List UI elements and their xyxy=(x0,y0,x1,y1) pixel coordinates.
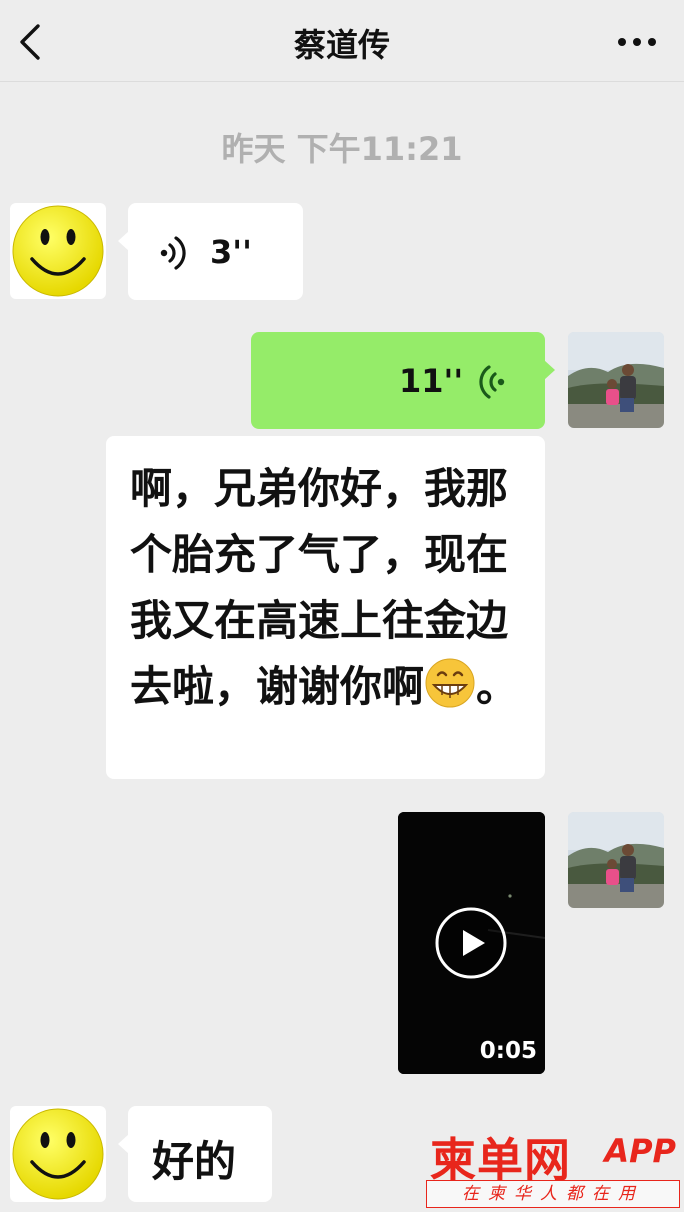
watermark-slogan: 在柬华人都在用 xyxy=(426,1180,680,1208)
my-avatar[interactable] xyxy=(568,812,664,908)
incoming-voice-bubble[interactable]: 3'' xyxy=(118,203,303,300)
video-duration: 0:05 xyxy=(479,1038,537,1064)
message-punctuation: 。 xyxy=(476,662,519,711)
more-dots-icon[interactable] xyxy=(612,22,662,62)
voice-wave-icon xyxy=(160,236,186,270)
incoming-text-bubble[interactable]: 啊，兄弟你好，我那个胎充了气了，现在我又在高速上往金边去啦，谢谢你啊 。 xyxy=(106,436,545,779)
incoming-reply-bubble[interactable]: 好的 xyxy=(118,1106,272,1202)
outgoing-voice-bubble[interactable]: 11'' xyxy=(251,332,555,429)
grinning-face-emoji-icon xyxy=(425,658,475,708)
smiley-avatar-icon xyxy=(10,203,106,299)
voice-wave-icon xyxy=(479,365,505,399)
contact-avatar[interactable] xyxy=(10,203,106,299)
play-icon[interactable] xyxy=(434,906,508,980)
contact-avatar[interactable] xyxy=(10,1106,106,1202)
reply-text: 好的 xyxy=(152,1137,237,1186)
message-text: 啊，兄弟你好，我那个胎充了气了，现在我又在高速上往金边去啦，谢谢你啊 。 xyxy=(130,456,526,720)
chat-title: 蔡道传 xyxy=(293,26,390,64)
voice-duration: 3'' xyxy=(210,233,252,271)
smiley-avatar-icon xyxy=(10,1106,106,1202)
watermark-app: APP xyxy=(604,1132,676,1170)
photo-avatar-icon xyxy=(568,812,664,908)
my-avatar[interactable] xyxy=(568,332,664,428)
video-message[interactable]: 0:05 xyxy=(398,812,545,1074)
nav-bar: 蔡道传 xyxy=(0,0,684,82)
watermark-logo: 柬单网 APP 在柬华人都在用 xyxy=(426,1124,682,1212)
photo-avatar-icon xyxy=(568,332,664,428)
voice-duration: 11'' xyxy=(399,362,464,400)
timestamp: 昨天 下午11:21 xyxy=(221,130,463,168)
